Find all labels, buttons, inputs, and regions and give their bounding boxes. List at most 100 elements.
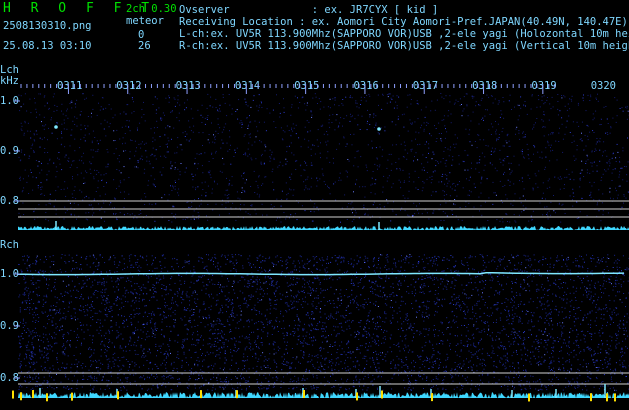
noise-dot (130, 291, 132, 293)
noise-dot (277, 166, 279, 168)
noise-dot (37, 314, 39, 315)
noise-dot (612, 169, 614, 171)
noise-dot (352, 207, 354, 209)
noise-dot (532, 326, 534, 328)
noise-dot (63, 333, 65, 335)
noise-dot (346, 380, 348, 382)
noise-dot (143, 375, 145, 377)
noise-dot (64, 156, 66, 158)
noise-dot (41, 193, 43, 195)
noise-dot (613, 309, 615, 311)
noise-dot (385, 338, 386, 340)
noise-dot (310, 110, 312, 112)
noise-dot (469, 318, 471, 320)
noise-dot (260, 321, 262, 323)
noise-dot (241, 127, 243, 128)
noise-dot (402, 300, 404, 302)
noise-dot (264, 150, 266, 152)
noise-dot (91, 204, 92, 206)
noise-dot (355, 377, 357, 379)
noise-dot (467, 309, 469, 311)
noise-dot (367, 144, 369, 146)
noise-dot (512, 320, 514, 322)
noise-dot (506, 142, 508, 144)
noise-dot (170, 185, 171, 187)
noise-dot (470, 366, 472, 368)
noise-dot (404, 371, 406, 373)
noise-dot (568, 354, 570, 356)
noise-dot (77, 174, 79, 176)
noise-dot (560, 350, 562, 352)
noise-dot (83, 152, 84, 154)
noise-dot (200, 336, 201, 338)
noise-dot (302, 291, 303, 293)
noise-dot (521, 262, 523, 263)
noise-dot (312, 282, 314, 283)
noise-dot (616, 266, 618, 268)
noise-dot (445, 95, 447, 97)
noise-dot (555, 284, 557, 286)
noise-dot (207, 389, 209, 391)
noise-dot (115, 140, 116, 141)
noise-dot (301, 205, 303, 207)
noise-dot (312, 144, 314, 146)
noise-dot (284, 364, 286, 366)
noise-dot (76, 218, 77, 220)
noise-dot (319, 258, 320, 260)
noise-dot (620, 286, 622, 288)
noise-dot (128, 126, 130, 128)
noise-dot (375, 179, 377, 181)
noise-dot (186, 261, 188, 263)
noise-dot (625, 376, 627, 377)
noise-dot (388, 175, 390, 177)
noise-dot (322, 173, 324, 175)
noise-dot (287, 295, 289, 297)
noise-dot (257, 185, 259, 187)
noise-dot (452, 214, 454, 215)
noise-dot (59, 369, 61, 371)
noise-dot (104, 345, 106, 347)
noise-dot (157, 350, 159, 352)
noise-dot (521, 178, 523, 180)
noise-dot (308, 140, 310, 142)
noise-dot (79, 114, 81, 116)
noise-dot (313, 258, 315, 260)
noise-dot (454, 204, 456, 206)
noise-dot (197, 298, 199, 300)
noise-dot (259, 140, 261, 142)
noise-dot (67, 160, 69, 162)
noise-dot (164, 298, 165, 300)
noise-dot (163, 353, 165, 355)
noise-dot (599, 329, 601, 331)
noise-dot (165, 286, 167, 288)
noise-dot (454, 134, 456, 136)
noise-dot (38, 300, 40, 302)
noise-dot (251, 266, 252, 268)
noise-dot (495, 129, 497, 131)
noise-dot (405, 338, 407, 340)
noise-dot (67, 276, 69, 278)
noise-dot (228, 184, 230, 186)
noise-dot (523, 344, 525, 346)
noise-dot (230, 144, 231, 146)
noise-dot (459, 356, 461, 358)
noise-dot (536, 118, 538, 119)
noise-dot (539, 316, 541, 317)
noise-dot (402, 348, 404, 350)
noise-dot (286, 151, 288, 153)
noise-dot (428, 143, 430, 145)
noise-dot (39, 172, 41, 174)
noise-dot (24, 154, 26, 156)
noise-dot (562, 138, 564, 140)
noise-dot (402, 156, 404, 157)
noise-dot (475, 168, 477, 170)
noise-dot (213, 376, 215, 378)
noise-dot (620, 351, 622, 353)
noise-dot (443, 119, 445, 121)
noise-dot (618, 323, 620, 325)
noise-dot (178, 266, 179, 268)
noise-dot (50, 371, 52, 373)
noise-dot (53, 93, 55, 95)
noise-dot (522, 205, 524, 207)
noise-dot (69, 302, 70, 304)
